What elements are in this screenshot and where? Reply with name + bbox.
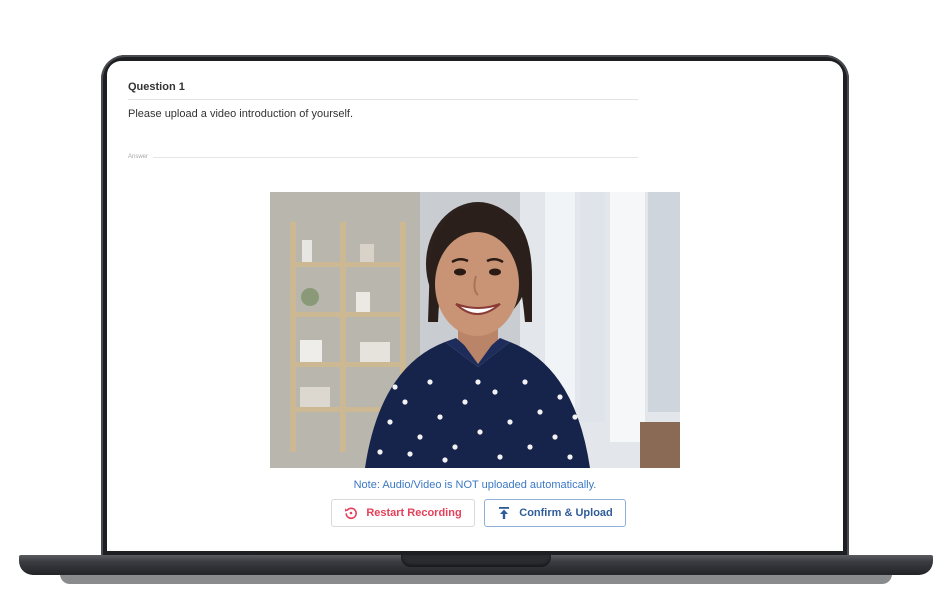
video-frame-image [270, 192, 680, 468]
laptop-mockup: Question 1 Please upload a video introdu… [0, 0, 952, 613]
restart-icon [344, 506, 358, 520]
question-prompt: Please upload a video introduction of yo… [128, 108, 354, 120]
video-preview[interactable] [270, 192, 680, 468]
confirm-upload-label: Confirm & Upload [519, 507, 613, 519]
laptop-hinge-notch [401, 555, 551, 567]
divider [153, 157, 638, 158]
laptop-screen: Question 1 Please upload a video introdu… [107, 61, 843, 551]
confirm-upload-button[interactable]: Confirm & Upload [484, 499, 626, 527]
upload-note: Note: Audio/Video is NOT uploaded automa… [353, 479, 597, 491]
upload-icon [497, 506, 511, 520]
question-title: Question 1 [128, 81, 185, 93]
restart-recording-button[interactable]: Restart Recording [331, 499, 475, 527]
restart-recording-label: Restart Recording [366, 507, 462, 519]
divider [128, 99, 638, 100]
answer-label: Answer [128, 154, 149, 160]
laptop-base-shadow [60, 574, 892, 584]
